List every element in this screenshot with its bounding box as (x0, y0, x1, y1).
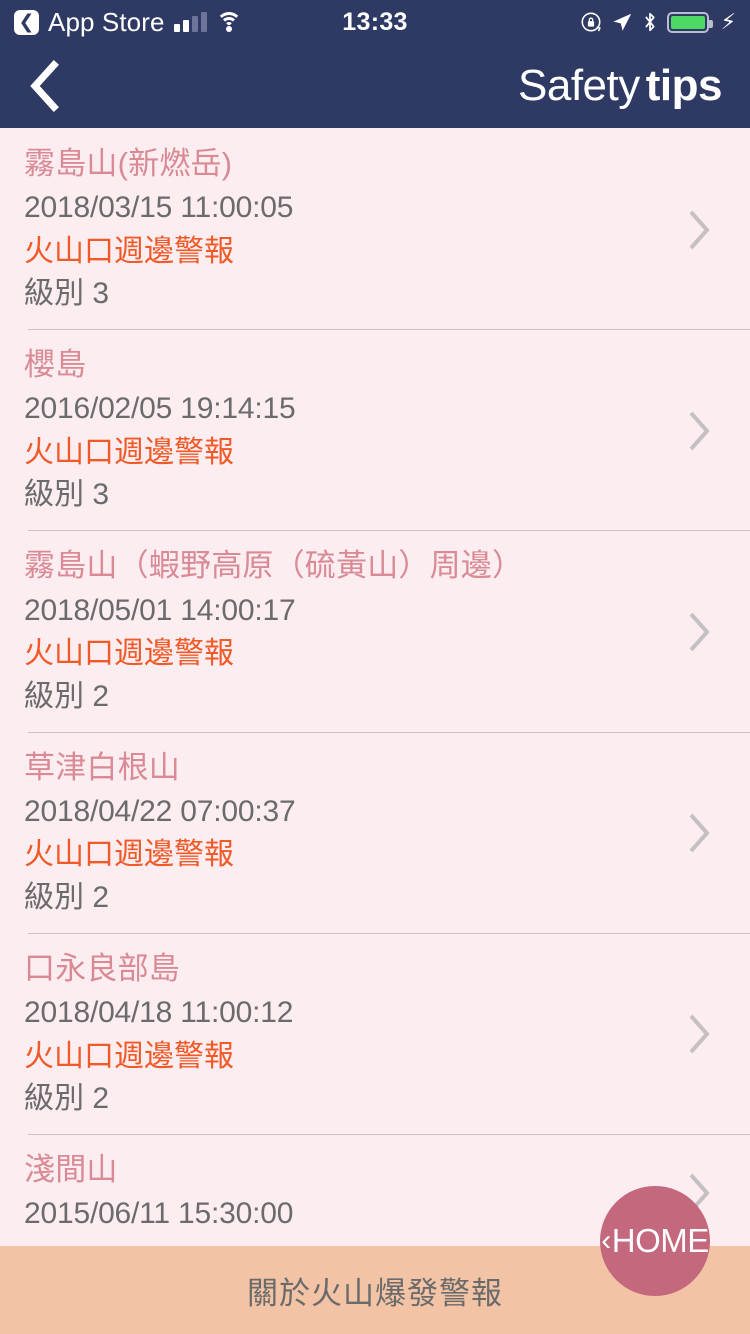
list-item-title: 櫻島 (24, 347, 87, 383)
list-item-chevron[interactable] (676, 410, 722, 452)
list-item-datetime: 2018/05/01 14:00:17 (24, 593, 296, 627)
list-item-alert: 火山口週邊警報 (24, 435, 234, 469)
volcano-alert-list[interactable]: 霧島山(新燃岳) 2018/03/15 11:00:05 火山口週邊警報 級別 … (0, 128, 750, 1246)
page-title: Safety tips (518, 61, 722, 111)
list-item-level: 級別 2 (24, 1081, 110, 1115)
list-item-level: 級別 3 (24, 478, 110, 512)
list-item[interactable]: 口永良部島 2018/04/18 11:00:12 火山口週邊警報 級別 2 (0, 932, 750, 1134)
list-item-body: 淺間山 2015/06/11 15:30:00 (24, 1150, 676, 1236)
status-back-app-label[interactable]: App Store (48, 7, 165, 38)
home-button[interactable]: ‹ HOME (600, 1186, 710, 1296)
list-item-chevron[interactable] (676, 1013, 722, 1055)
chevron-right-icon (689, 210, 710, 249)
battery-icon (666, 11, 713, 33)
chevron-right-icon (689, 411, 710, 451)
list-item-body: 霧島山(新燃岳) 2018/03/15 11:00:05 火山口週邊警報 級別 … (24, 144, 676, 315)
list-item-body: 口永良部島 2018/04/18 11:00:12 火山口週邊警報 級別 2 (24, 949, 676, 1120)
home-button-text: HOME (611, 1222, 710, 1259)
list-item-chevron[interactable] (676, 611, 722, 653)
list-item-datetime: 2018/03/15 11:00:05 (24, 191, 294, 225)
chevron-left-icon (30, 60, 59, 112)
list-item-level: 級別 3 (24, 277, 110, 311)
home-button-label: ‹ HOME (601, 1222, 709, 1260)
chevron-right-icon (689, 1015, 710, 1054)
status-bar: ❮ App Store 13:33 ⚡︎ (0, 0, 750, 44)
status-bar-right: ⚡︎ (408, 11, 736, 33)
list-item-alert: 火山口週邊警報 (24, 637, 234, 671)
list-item[interactable]: 霧島山(新燃岳) 2018/03/15 11:00:05 火山口週邊警報 級別 … (0, 128, 750, 329)
list-item-level: 級別 2 (24, 679, 110, 713)
list-item-title: 霧島山(新燃岳) (24, 146, 233, 181)
nav-bar: Safety tips (0, 44, 750, 128)
cellular-signal-icon (173, 11, 207, 32)
status-back-chip-icon[interactable]: ❮ (14, 9, 39, 35)
list-item-title: 霧島山（蝦野高原（硫黃山）周邊） (24, 548, 524, 584)
list-item-datetime: 2016/02/05 19:14:15 (24, 392, 296, 426)
wifi-icon (215, 12, 242, 32)
list-item-chevron[interactable] (676, 812, 722, 854)
list-item-title: 淺間山 (24, 1151, 118, 1187)
bottom-bar-label: 關於火山爆發警報 (247, 1275, 503, 1311)
list-item-chevron[interactable] (676, 209, 722, 251)
app-screen: ❮ App Store 13:33 ⚡︎ Safety tips 霧島山(新燃岳… (0, 0, 750, 1334)
list-item-alert: 火山口週邊警報 (24, 1039, 234, 1073)
list-item-datetime: 2015/06/11 15:30:00 (24, 1197, 294, 1231)
page-title-thin: Safety (518, 61, 640, 110)
list-item-datetime: 2018/04/18 11:00:12 (24, 996, 294, 1030)
status-bar-center: 13:33 (342, 8, 407, 37)
chevron-right-icon (689, 813, 710, 853)
list-item-body: 霧島山（蝦野高原（硫黃山）周邊） 2018/05/01 14:00:17 火山口… (24, 546, 676, 717)
location-arrow-icon (612, 13, 631, 31)
list-item-alert: 火山口週邊警報 (24, 234, 234, 268)
list-item-level: 級別 2 (24, 880, 110, 914)
list-item-body: 櫻島 2016/02/05 19:14:15 火山口週邊警報 級別 3 (24, 345, 676, 516)
chevron-right-icon (689, 612, 710, 652)
chevron-left-icon: ‹ (601, 1224, 611, 1257)
lightning-bolt-icon: ⚡︎ (720, 9, 737, 34)
list-item-alert: 火山口週邊警報 (24, 838, 234, 872)
list-item-title: 口永良部島 (24, 950, 180, 986)
list-item-datetime: 2018/04/22 07:00:37 (24, 794, 296, 828)
status-clock: 13:33 (342, 7, 408, 36)
bluetooth-icon (645, 12, 655, 32)
nav-back-button[interactable] (28, 60, 72, 112)
list-item-title: 草津白根山 (24, 749, 180, 785)
page-title-bold: tips (645, 61, 723, 110)
rotation-lock-icon (581, 12, 601, 32)
status-bar-left: ❮ App Store (14, 7, 342, 38)
list-item[interactable]: 櫻島 2016/02/05 19:14:15 火山口週邊警報 級別 3 (0, 329, 750, 530)
list-item[interactable]: 霧島山（蝦野高原（硫黃山）周邊） 2018/05/01 14:00:17 火山口… (0, 530, 750, 731)
list-item[interactable]: 草津白根山 2018/04/22 07:00:37 火山口週邊警報 級別 2 (0, 731, 750, 933)
list-item-body: 草津白根山 2018/04/22 07:00:37 火山口週邊警報 級別 2 (24, 748, 676, 919)
